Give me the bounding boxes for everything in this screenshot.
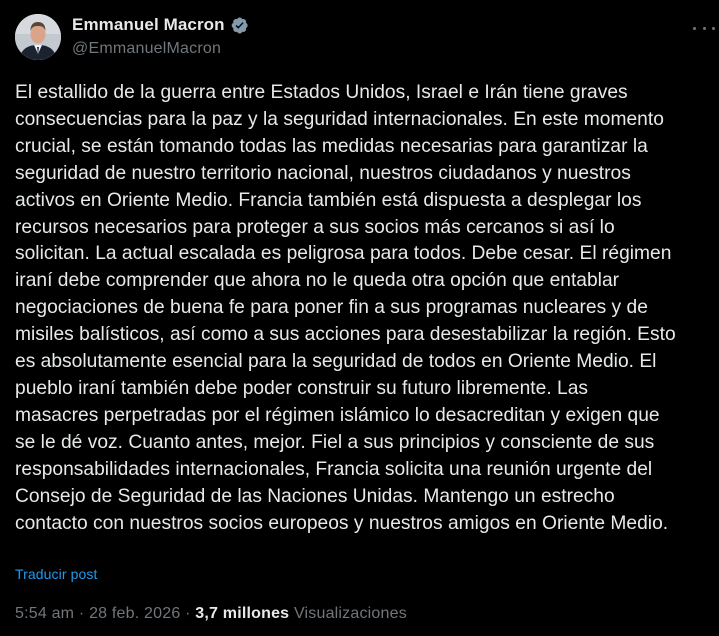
post-text-line: responsabilidades internacionales, Franc… xyxy=(15,458,653,480)
views-count[interactable]: 3,7 millones xyxy=(195,605,289,622)
post-text-line: consecuencias para la paz y la seguridad… xyxy=(15,108,664,130)
post-text-line: se le dé voz. Cuanto antes, mejor. Fiel … xyxy=(15,431,655,453)
author-handle[interactable]: @EmmanuelMacron xyxy=(72,40,249,58)
views-label[interactable]: Visualizaciones xyxy=(294,605,407,622)
post-text-line: misiles balísticos, así como a sus accio… xyxy=(15,324,676,346)
post-text-line: pueblo iraní también debe poder construi… xyxy=(15,377,589,399)
post-text-line: iraní debe comprender que ahora no le qu… xyxy=(15,270,620,292)
meta-separator: · xyxy=(185,605,191,622)
post-text-line: crucial, se están tomando todas las medi… xyxy=(15,135,648,157)
post-container: Emmanuel Macron @EmmanuelMacron El estal… xyxy=(0,0,719,636)
post-text-line: contacto con nuestros socios europeos y … xyxy=(15,512,669,534)
more-options-icon[interactable] xyxy=(693,20,715,36)
more-dot xyxy=(693,26,696,30)
translate-post-link[interactable]: Traducir post xyxy=(15,566,97,582)
more-dot xyxy=(712,26,715,30)
post-text-line: El estallido de la guerra entre Estados … xyxy=(15,82,628,103)
avatar[interactable] xyxy=(15,14,61,60)
post-text-line: solicitan. La actual escalada es peligro… xyxy=(15,243,672,265)
post-text-line: seguridad de nuestro territorio nacional… xyxy=(15,162,631,184)
post-text-line: negociaciones de buena fe para poner fin… xyxy=(15,297,648,319)
meta-separator: · xyxy=(78,605,85,622)
post-text-line: masacres perpetradas por el régimen islá… xyxy=(15,404,660,426)
verified-badge-icon[interactable] xyxy=(230,16,249,35)
post-text-line: recursos necesarios para proteger a sus … xyxy=(15,216,615,238)
post-time[interactable]: 5:54 am xyxy=(15,605,74,622)
post-metadata: 5:54 am · 28 feb. 2026 · 3,7 millones Vi… xyxy=(15,605,407,623)
post-text-line: activos en Oriente Medio. Francia tambié… xyxy=(15,189,642,211)
author-name-row: Emmanuel Macron xyxy=(72,14,249,36)
post-text-line: Consejo de Seguridad de las Naciones Uni… xyxy=(15,485,615,507)
post-text: El estallido de la guerra entre Estados … xyxy=(15,80,715,537)
post-text-line: es absolutamente esencial para la seguri… xyxy=(15,351,657,373)
avatar-photo-icon xyxy=(15,14,61,60)
post-date[interactable]: 28 feb. 2026 xyxy=(89,605,180,622)
author-display-name[interactable]: Emmanuel Macron xyxy=(72,15,225,35)
more-dot xyxy=(702,26,706,30)
author-block: Emmanuel Macron @EmmanuelMacron xyxy=(72,14,249,58)
